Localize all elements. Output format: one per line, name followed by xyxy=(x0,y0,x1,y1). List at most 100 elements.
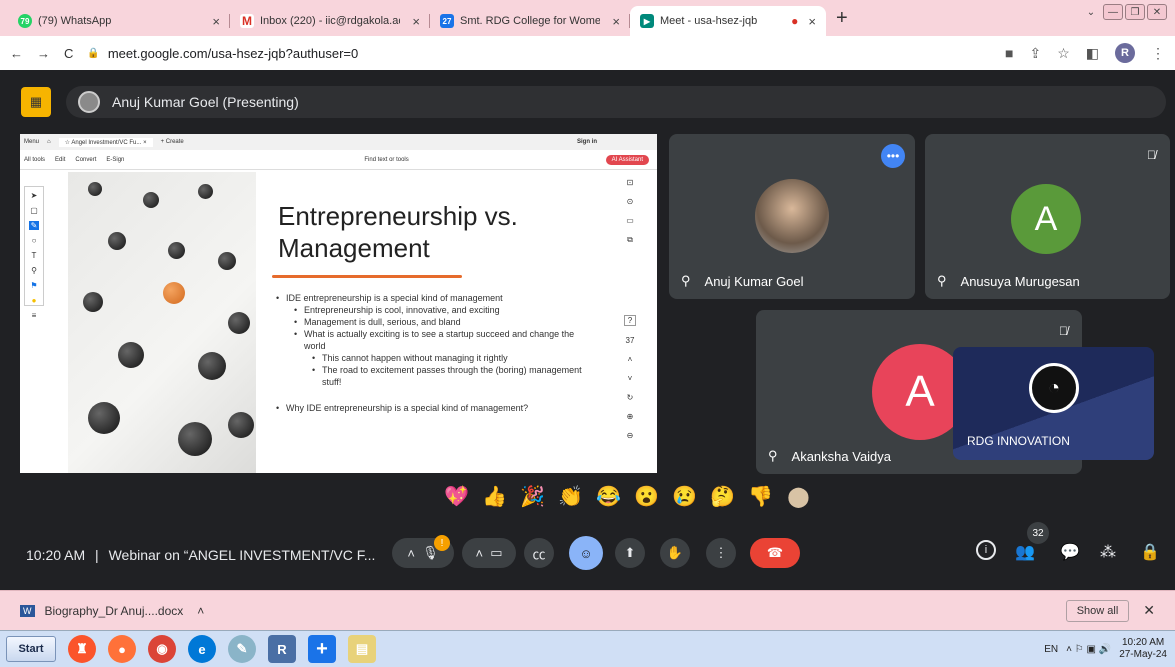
tool-icon: ⧉ xyxy=(627,235,633,244)
participant-tile[interactable]: ••• ⚲ Anuj Kumar Goel xyxy=(669,134,915,299)
star-icon[interactable]: ☆ xyxy=(1057,45,1070,62)
host-controls-icon[interactable]: 🔒 xyxy=(1140,542,1160,562)
chevron-up-icon[interactable]: ˄ xyxy=(197,604,204,618)
more-icon: ≡ xyxy=(31,311,37,320)
laugh-reaction[interactable]: 😂 xyxy=(595,482,623,510)
comment-icon: ▢ xyxy=(30,206,38,215)
create-label: + Create xyxy=(160,139,184,145)
tray-icons[interactable]: ˄ ⚐ ▣ 🔊 xyxy=(1066,644,1111,655)
tab-whatsapp[interactable]: 79 (79) WhatsApp × xyxy=(8,6,230,36)
folder-icon[interactable]: ▤ xyxy=(348,635,376,663)
leave-call-button[interactable]: ☎ xyxy=(750,538,800,568)
meet-activity-icon[interactable]: ▦ xyxy=(21,87,51,117)
chat-icon[interactable]: 💬 xyxy=(1060,542,1080,562)
more-options-button[interactable]: ••• xyxy=(881,144,905,168)
emoji-button[interactable]: ☺ xyxy=(569,536,603,570)
close-icon[interactable]: ✕ xyxy=(1143,602,1155,619)
captions-button[interactable]: ㏄ xyxy=(524,538,554,568)
profile-avatar[interactable]: R xyxy=(1115,43,1135,63)
mic-off-icon: 🎙̸ xyxy=(1059,324,1068,338)
sad-reaction[interactable]: 😢 xyxy=(671,482,699,510)
presenter-bar: Anuj Kumar Goel (Presenting) xyxy=(66,86,1166,118)
tab-label: Meet - usa-hsez-jqb xyxy=(660,15,758,27)
sidepanel-icon[interactable]: ◧ xyxy=(1086,45,1099,62)
people-icon[interactable]: 👥 xyxy=(1015,542,1035,562)
thumbs-down-reaction[interactable]: 👎 xyxy=(747,482,775,510)
edge-icon[interactable]: e xyxy=(188,635,216,663)
calendar-icon: 27 xyxy=(440,14,454,28)
present-button[interactable]: ⬆ xyxy=(615,538,645,568)
url-field[interactable]: 🔒 meet.google.com/usa-hsez-jqb?authuser=… xyxy=(87,46,358,61)
chevron-down-icon[interactable]: ⌄ xyxy=(1081,4,1101,20)
tool-icon: ▭ xyxy=(626,216,634,225)
close-icon[interactable]: × xyxy=(612,14,620,29)
meet-icon: ▶ xyxy=(640,14,654,28)
bullet-item: Why IDE entrepreneurship is a special ki… xyxy=(276,402,596,414)
raise-hand-button[interactable]: ✋ xyxy=(660,538,690,568)
name-text: Anusuya Murugesan xyxy=(960,273,1080,289)
firefox-icon[interactable]: ● xyxy=(108,635,136,663)
surprised-reaction[interactable]: 😮 xyxy=(633,482,661,510)
clock[interactable]: 10:20 AM 27-May-24 xyxy=(1119,637,1167,661)
back-icon[interactable]: ← xyxy=(10,46,23,61)
participant-tile[interactable]: 🎙̸ A ⚲ Anusuya Murugesan xyxy=(925,134,1170,299)
pushpins-image xyxy=(68,172,256,473)
camera-icon[interactable]: ■ xyxy=(1005,45,1013,61)
participant-name: ⚲ Akanksha Vaidya xyxy=(768,448,891,464)
self-view-tile[interactable]: ◔ RDG INNOVATION xyxy=(953,347,1154,460)
maximize-button[interactable]: ❐ xyxy=(1125,4,1145,20)
page-total: 37 xyxy=(625,336,635,345)
minimize-button[interactable]: — xyxy=(1103,4,1123,20)
tab-gmail[interactable]: M Inbox (220) - iic@rdgakola.ac.in - S × xyxy=(230,6,430,36)
share-icon[interactable]: ⇪ xyxy=(1029,45,1041,62)
lock-icon: 🔒 xyxy=(87,47,100,59)
chrome-icon[interactable]: ◉ xyxy=(148,635,176,663)
participant-count-badge: 32 xyxy=(1027,522,1049,544)
system-tray: EN ˄ ⚐ ▣ 🔊 10:20 AM 27-May-24 xyxy=(1044,637,1175,661)
party-reaction[interactable]: 🎉 xyxy=(519,482,547,510)
show-all-button[interactable]: Show all xyxy=(1065,599,1130,622)
forward-icon[interactable]: → xyxy=(37,46,50,61)
thinking-reaction[interactable]: 🤔 xyxy=(709,482,737,510)
download-file[interactable]: Biography_Dr Anuj....docx xyxy=(45,604,184,618)
pin-icon: ⚲ xyxy=(768,448,778,463)
chevron-up-icon: ˄ xyxy=(407,545,415,561)
video-icon: ▭ xyxy=(490,545,503,560)
plus-icon[interactable]: + xyxy=(308,635,336,663)
clap-reaction[interactable]: 👏 xyxy=(557,482,585,510)
close-icon[interactable]: × xyxy=(212,14,220,29)
tab-college[interactable]: 27 Smt. RDG College for Women, Akol × xyxy=(430,6,630,36)
thumbs-up-reaction[interactable]: 👍 xyxy=(481,482,509,510)
tab-meet[interactable]: ▶ Meet - usa-hsez-jqb ● × xyxy=(630,6,826,36)
info-icon[interactable]: i xyxy=(976,540,996,560)
start-button[interactable]: Start xyxy=(6,636,56,662)
camera-button[interactable]: ˄ ▭ xyxy=(462,538,516,568)
brave-icon[interactable]: ♜ xyxy=(68,635,96,663)
presenter-label: Anuj Kumar Goel (Presenting) xyxy=(112,94,299,110)
warning-icon: ! xyxy=(434,535,450,551)
shared-browser-tabs: Menu ⌂ ☆ Angel Investment/VC Fu... × + C… xyxy=(20,134,657,150)
close-icon[interactable]: × xyxy=(808,14,816,29)
close-window-button[interactable]: ✕ xyxy=(1147,4,1167,20)
more-options-button[interactable]: ⋮ xyxy=(706,538,736,568)
shared-tab-close: × xyxy=(143,139,147,146)
shared-tool: Edit xyxy=(55,156,66,163)
sign-in-label: Sign in xyxy=(577,139,597,145)
activities-icon[interactable]: ⁂ xyxy=(1100,542,1116,562)
chrome-profile-icon[interactable]: R xyxy=(268,635,296,663)
name-text: Anuj Kumar Goel xyxy=(704,273,804,289)
menu-kebab-icon[interactable]: ⋮ xyxy=(1151,45,1165,62)
paint-icon[interactable]: ✎ xyxy=(228,635,256,663)
clock-date: 27-May-24 xyxy=(1119,649,1167,660)
reload-icon[interactable]: C xyxy=(64,46,73,61)
bullet-item: What is actually exciting is to see a st… xyxy=(276,328,596,352)
heart-reaction[interactable]: 💖 xyxy=(443,482,471,510)
close-icon[interactable]: × xyxy=(412,14,420,29)
new-tab-button[interactable]: + xyxy=(836,7,848,30)
shared-screen: Menu ⌂ ☆ Angel Investment/VC Fu... × + C… xyxy=(20,134,657,473)
language-indicator[interactable]: EN xyxy=(1044,644,1058,655)
skin-tone-button[interactable]: ⬤ xyxy=(785,482,813,510)
browser-tab-strip: 79 (79) WhatsApp × M Inbox (220) - iic@r… xyxy=(0,0,1175,36)
bullet-item: The road to excitement passes through th… xyxy=(276,364,596,388)
window-controls: ⌄ — ❐ ✕ xyxy=(1081,4,1167,20)
